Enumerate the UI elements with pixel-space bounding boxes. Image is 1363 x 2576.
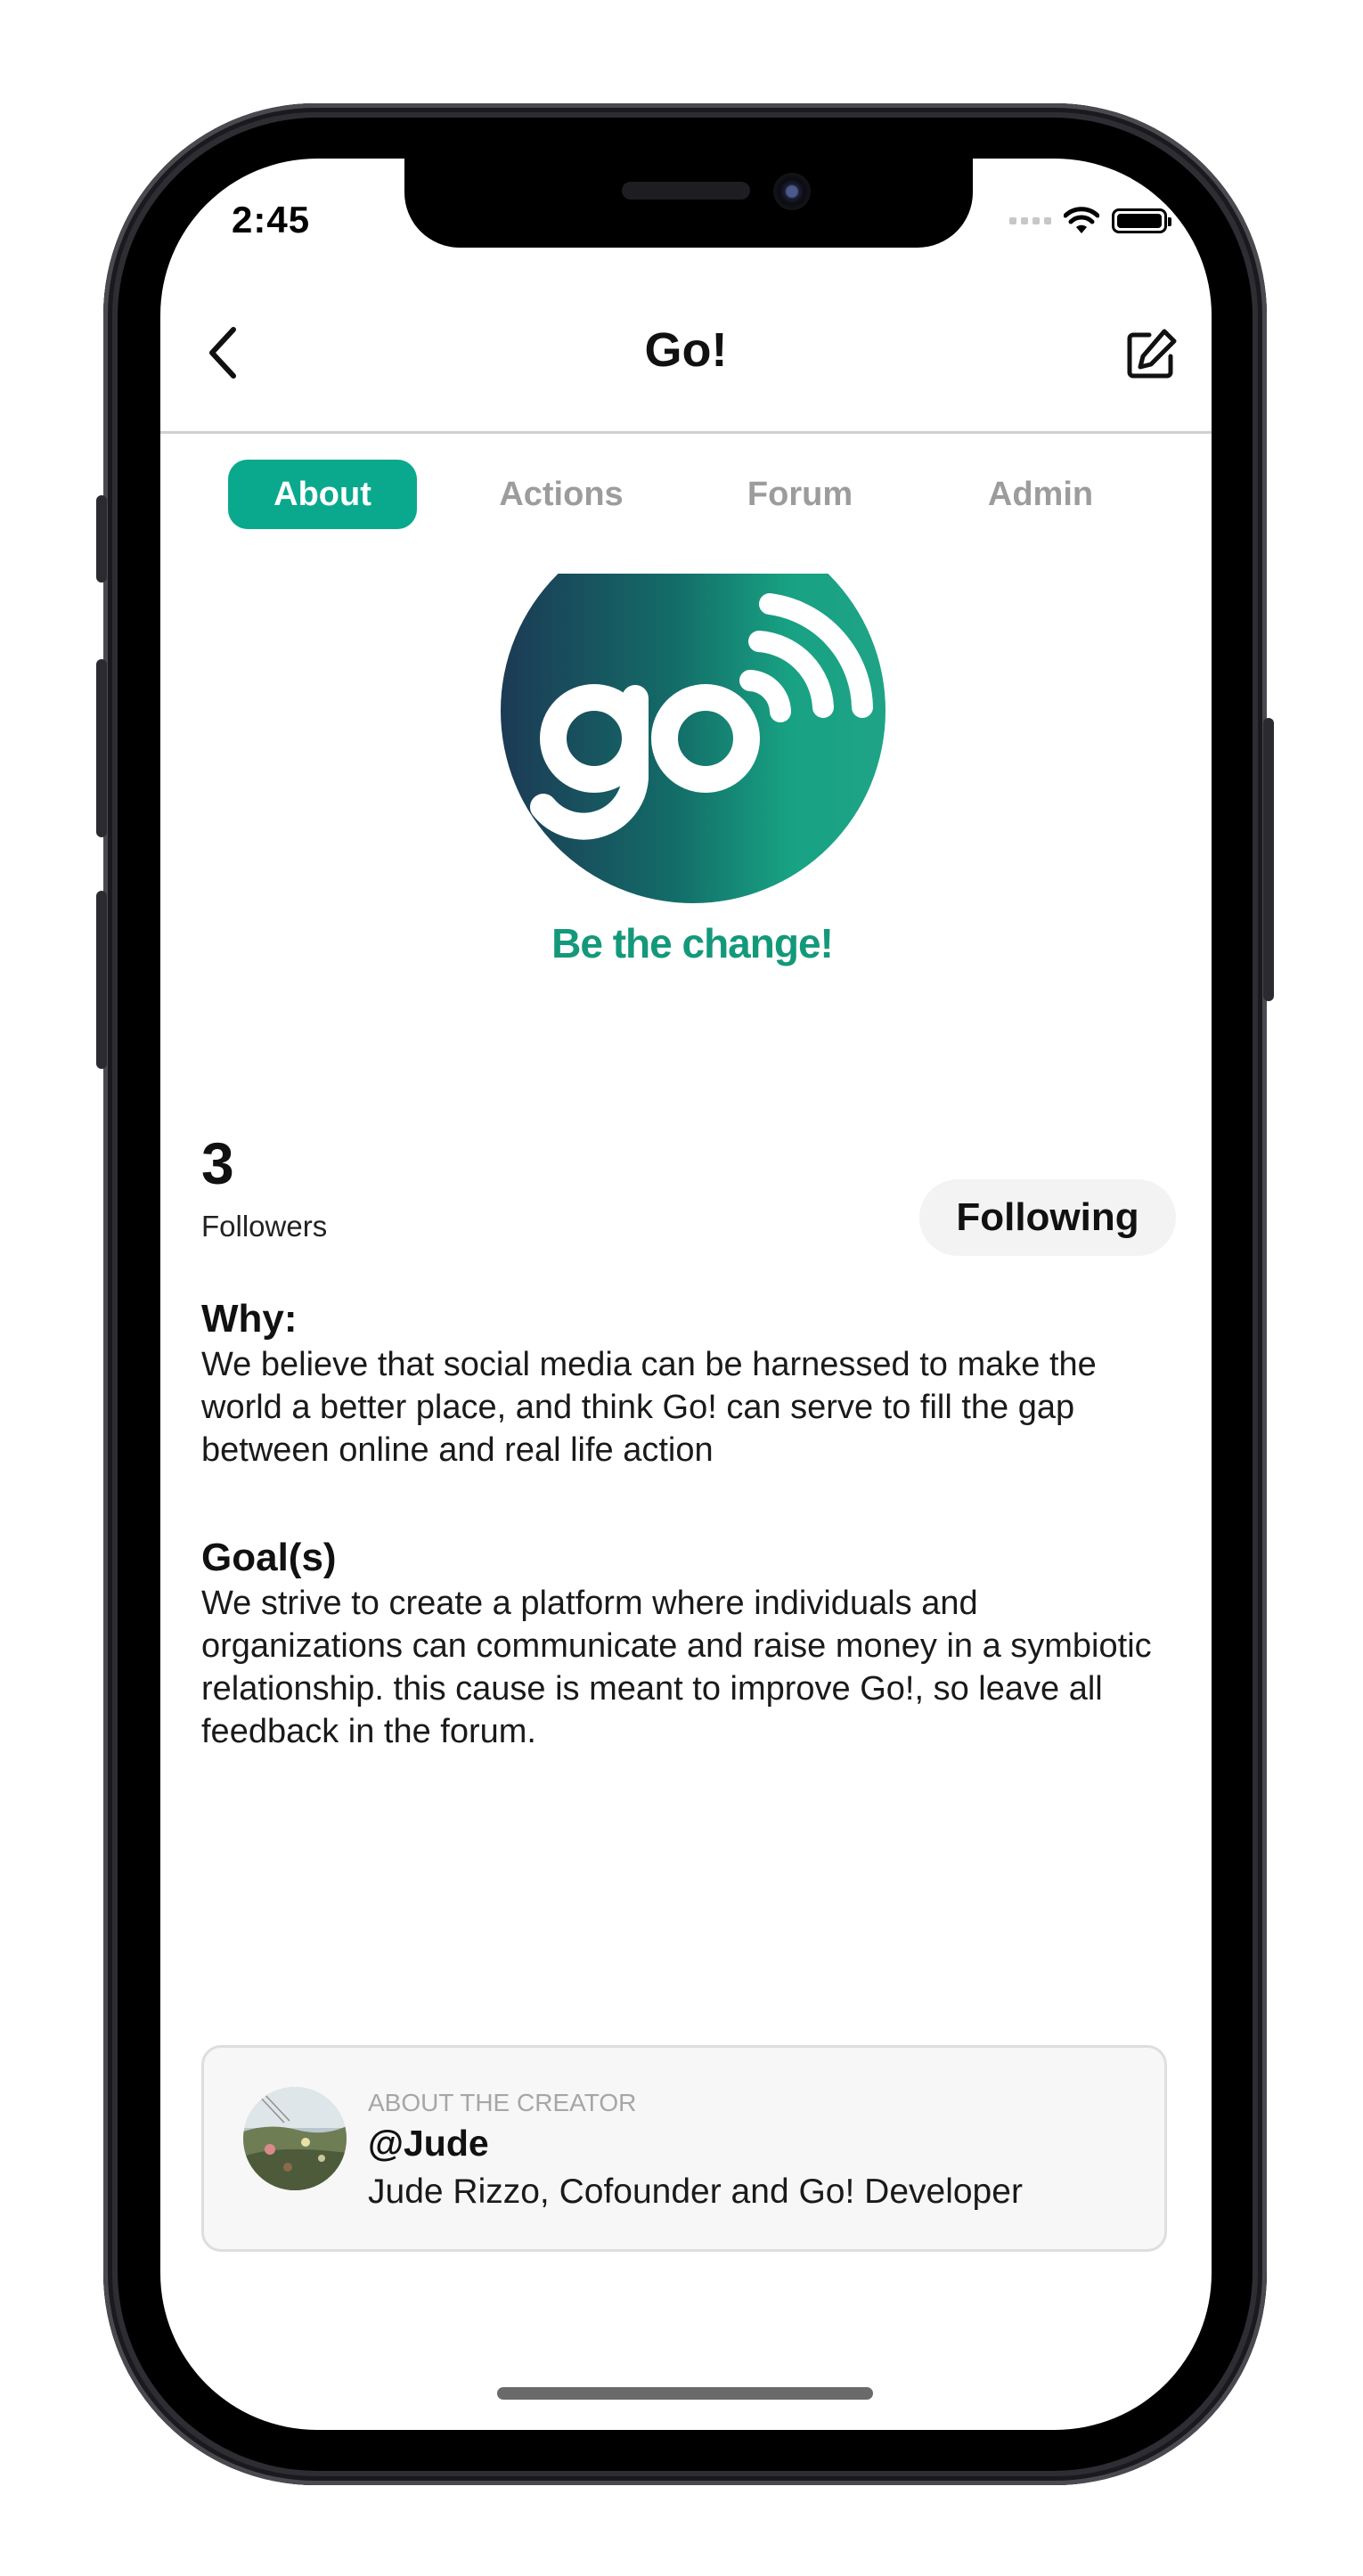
power-button (1263, 718, 1274, 1001)
wifi-icon (1064, 207, 1099, 233)
battery-icon (1112, 208, 1171, 233)
followers-label: Followers (201, 1210, 328, 1243)
following-button[interactable]: Following (919, 1179, 1176, 1256)
status-icons (1009, 203, 1171, 239)
front-camera (773, 173, 811, 210)
nav-divider (160, 431, 1212, 434)
cellular-signal-icon (1009, 217, 1051, 224)
creator-card[interactable]: ABOUT THE CREATOR @Jude Jude Rizzo, Cofo… (201, 2045, 1167, 2252)
silent-switch (96, 495, 107, 583)
creator-caption: ABOUT THE CREATOR (368, 2089, 637, 2116)
tab-admin[interactable]: Admin (946, 460, 1135, 529)
volume-down-button (96, 891, 107, 1069)
edit-button[interactable] (1115, 319, 1187, 390)
why-body: We believe that social media can be harn… (201, 1346, 1097, 1469)
tab-forum[interactable]: Forum (706, 460, 894, 529)
why-heading: Why: (201, 1297, 298, 1341)
page-title: Go! (644, 323, 728, 377)
app-screen: 2:45 Go! About Actions Forum Admin Be th… (160, 159, 1212, 2430)
followers-count: 3 (201, 1130, 234, 1196)
tab-about[interactable]: About (228, 460, 417, 529)
volume-up-button (96, 659, 107, 837)
status-time: 2:45 (232, 199, 311, 240)
creator-bio: Jude Rizzo, Cofounder and Go! Developer (368, 2172, 1023, 2211)
edit-icon (1127, 329, 1177, 379)
home-indicator[interactable] (497, 2387, 873, 2400)
tab-bar: About Actions Forum Admin (228, 460, 1172, 531)
avatar (243, 2087, 347, 2190)
logo-tagline: Be the change! (551, 920, 834, 966)
earpiece-speaker (622, 182, 750, 200)
notch (404, 159, 973, 248)
tab-actions[interactable]: Actions (467, 460, 656, 529)
creator-handle[interactable]: @Jude (368, 2123, 489, 2164)
goals-heading: Goal(s) (201, 1536, 337, 1579)
goals-body: We strive to create a platform where ind… (201, 1585, 1152, 1750)
